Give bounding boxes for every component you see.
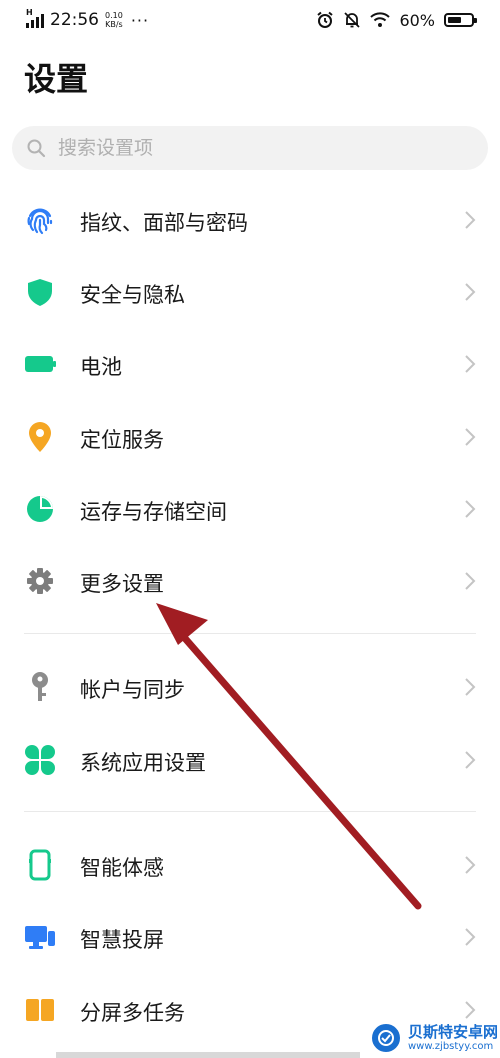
chevron-right-icon <box>465 283 476 301</box>
key-icon <box>24 671 56 703</box>
signal-icon: H <box>26 8 44 28</box>
status-time: 22:56 <box>50 10 99 30</box>
settings-item-label: 指纹、面部与密码 <box>80 211 248 235</box>
settings-item-more[interactable]: 更多设置 <box>0 549 500 613</box>
pie-chart-icon <box>24 493 56 525</box>
settings-item-label: 电池 <box>80 355 122 379</box>
search-icon <box>27 139 46 158</box>
battery-icon <box>444 13 477 27</box>
watermark-title: 贝斯特安卓网 <box>408 1023 499 1041</box>
chevron-right-icon <box>465 428 476 446</box>
watermark-url: www.zjbstyy.com <box>408 1041 494 1052</box>
settings-item-fingerprint[interactable]: 指纹、面部与密码 <box>0 188 500 252</box>
battery-level-fill <box>448 17 461 23</box>
chevron-right-icon <box>465 211 476 229</box>
settings-item-label: 更多设置 <box>80 572 164 596</box>
bottom-edge <box>56 1052 360 1058</box>
settings-item-motion[interactable]: 智能体感 <box>0 833 500 897</box>
chevron-right-icon <box>465 678 476 696</box>
chevron-right-icon <box>465 572 476 590</box>
settings-item-label: 安全与隐私 <box>80 283 185 307</box>
settings-item-accounts[interactable]: 帐户与同步 <box>0 655 500 719</box>
settings-item-label: 智能体感 <box>80 856 164 880</box>
settings-item-security[interactable]: 安全与隐私 <box>0 260 500 324</box>
page-title: 设置 <box>24 60 89 98</box>
chevron-right-icon <box>465 1001 476 1019</box>
settings-item-label: 分屏多任务 <box>80 1001 185 1025</box>
status-bar: H 22:56 0.10 KB/s ··· 60% <box>0 0 500 40</box>
gear-icon <box>24 565 56 597</box>
settings-item-screen-cast[interactable]: 智慧投屏 <box>0 905 500 969</box>
four-leaf-icon <box>24 744 56 776</box>
alarm-icon <box>317 11 334 28</box>
search-input[interactable] <box>56 136 460 160</box>
search-bar[interactable] <box>12 126 488 170</box>
settings-item-label: 智慧投屏 <box>80 928 164 952</box>
chevron-right-icon <box>465 751 476 769</box>
settings-item-label: 帐户与同步 <box>80 678 185 702</box>
battery-icon <box>24 348 56 380</box>
wifi-icon <box>370 12 391 27</box>
settings-item-location[interactable]: 定位服务 <box>0 405 500 469</box>
location-pin-icon <box>24 421 56 453</box>
split-screen-icon <box>24 994 56 1026</box>
battery-percent: 60% <box>399 10 435 30</box>
shield-icon <box>24 276 56 308</box>
screen-cast-icon <box>24 921 56 953</box>
chevron-right-icon <box>465 856 476 874</box>
watermark: 贝斯特安卓网 www.zjbstyy.com <box>370 1022 498 1054</box>
watermark-logo-icon <box>370 1022 402 1054</box>
phone-outline-icon <box>24 849 56 881</box>
mute-bell-icon <box>344 12 361 28</box>
settings-item-battery[interactable]: 电池 <box>0 332 500 396</box>
network-speed: 0.10 KB/s <box>105 11 123 29</box>
settings-item-system-apps[interactable]: 系统应用设置 <box>0 728 500 792</box>
network-type: H <box>26 8 33 17</box>
settings-item-label: 运存与存储空间 <box>80 500 227 524</box>
more-notifications-icon: ··· <box>130 10 150 30</box>
chevron-right-icon <box>465 928 476 946</box>
section-divider <box>24 811 476 812</box>
chevron-right-icon <box>465 500 476 518</box>
settings-item-label: 系统应用设置 <box>80 751 206 775</box>
network-speed-unit: KB/s <box>105 20 123 29</box>
section-divider <box>24 633 476 634</box>
chevron-right-icon <box>465 355 476 373</box>
fingerprint-icon <box>24 204 56 236</box>
settings-item-label: 定位服务 <box>80 428 164 452</box>
settings-item-storage[interactable]: 运存与存储空间 <box>0 477 500 541</box>
network-speed-value: 0.10 <box>105 11 123 20</box>
